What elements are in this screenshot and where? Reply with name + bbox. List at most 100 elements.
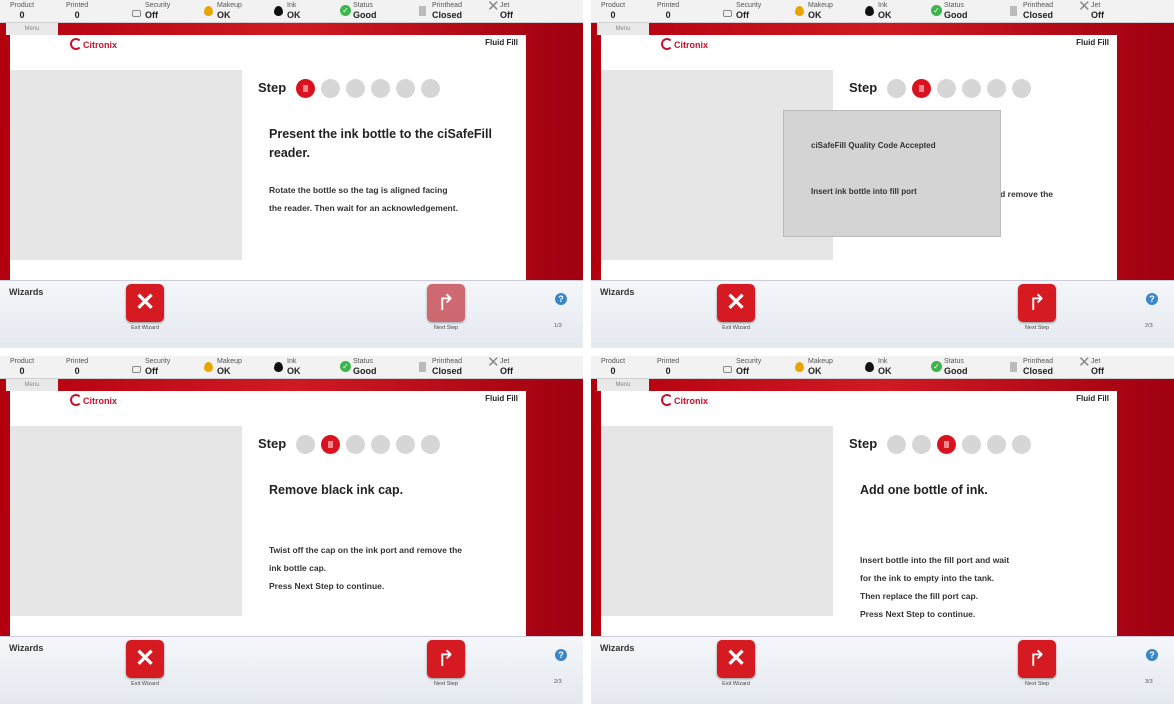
step-dot [421,435,440,454]
instruction-line: Rotate the bottle so the tag is aligned … [269,185,448,195]
check-icon: ✓ [931,5,942,16]
wizards-label: Wizards [9,643,44,653]
makeup-status[interactable]: Makeup OK [795,2,833,20]
product-count: Product 0 [601,2,626,20]
wizards-label: Wizards [9,287,44,297]
instruction-line: Insert bottle into the fill port and wai… [860,555,1010,565]
check-icon: ✓ [931,361,942,372]
step-dot [321,79,340,98]
next-step-button[interactable]: ↱ [427,284,465,322]
jet-status[interactable]: ✕ Jet Off [487,0,513,20]
close-icon: ✕ [725,289,747,316]
forward-arrow-icon: ↱ [1027,646,1047,671]
instruction-line: Then replace the fill port cap. [860,591,979,601]
forward-arrow-icon: ↱ [436,646,456,671]
step-dot [371,435,390,454]
exit-wizard-button[interactable]: ✕ [126,284,164,322]
help-icon[interactable]: ? [555,649,567,661]
next-step-label: Next Step [1024,681,1050,687]
step-label: Step [849,436,878,451]
dialog-message: ciSafeFill Quality Code Accepted [811,141,936,150]
main-frame: Menu Citronix Fluid Fill Step Remove bla… [0,379,583,636]
instruction-illustration [10,426,242,616]
printhead-status[interactable]: Printhead Closed [419,358,462,376]
help-icon[interactable]: ? [1146,649,1158,661]
instruction-headline: Add one bottle of ink. [860,483,988,497]
exit-wizard-label: Exit Wizard [722,681,750,687]
brand-logo: Citronix [661,38,708,50]
ink-status[interactable]: Ink OK [274,2,301,20]
menu-tab[interactable]: Menu [597,379,649,391]
system-status[interactable]: ✓ Status Good [340,358,377,376]
printhead-status[interactable]: Printhead Closed [1010,358,1053,376]
system-status[interactable]: ✓ Status Good [931,2,968,20]
next-step-button[interactable]: ↱ [427,640,465,678]
instruction-illustration [10,70,242,260]
step-dot [987,79,1006,98]
wizard-screen: Product 0 Printed 0 Security Off Makeup OK I… [0,356,583,704]
help-icon[interactable]: ? [555,293,567,305]
printhead-status[interactable]: Printhead Closed [1010,2,1053,20]
printhead-icon [419,6,426,16]
confirmation-dialog[interactable]: ciSafeFill Quality Code Accepted Insert i… [783,110,1001,237]
jet-status[interactable]: ✕ Jet Off [1078,0,1104,20]
wizards-label: Wizards [600,287,635,297]
exit-wizard-button[interactable]: ✕ [126,640,164,678]
status-bar: Product 0 Printed 0 Security Off Makeup OK I… [591,0,1174,23]
ink-status[interactable]: Ink OK [865,358,892,376]
jet-status[interactable]: ✕ Jet Off [1078,356,1104,376]
makeup-status[interactable]: Makeup OK [204,2,242,20]
title-bar: Citronix Fluid Fill [10,391,526,409]
system-status[interactable]: ✓ Status Good [340,2,377,20]
menu-tab[interactable]: Menu [597,23,649,35]
exit-wizard-label: Exit Wizard [131,681,159,687]
step-dot [396,79,415,98]
instruction-line: Press Next Step to continue. [269,581,385,591]
step-label: Step [849,80,878,95]
exit-wizard-button[interactable]: ✕ [717,640,755,678]
menu-tab[interactable]: Menu [6,379,58,391]
close-icon: ✕ [134,289,156,316]
close-icon: ✕ [725,645,747,672]
step-dot [346,79,365,98]
step-indicator [296,435,446,454]
next-step-button[interactable]: ↱ [1018,640,1056,678]
exit-wizard-button[interactable]: ✕ [717,284,755,322]
step-dot [887,79,906,98]
status-bar: Product 0 Printed 0 Security Off Makeup OK I… [0,356,583,379]
step-dot [937,435,956,454]
step-dot [396,435,415,454]
step-dot [937,79,956,98]
printed-count: Printed 0 [66,2,89,20]
security-status[interactable]: Security Off [132,2,170,20]
main-frame: Menu Citronix Fluid Fill Step Add one bo… [591,379,1174,636]
next-step-label: Next Step [433,325,459,331]
help-icon[interactable]: ? [1146,293,1158,305]
status-bar: Product 0 Printed 0 Security Off Makeup OK I… [0,0,583,23]
printed-count: Printed 0 [657,2,680,20]
wizard-content: Step Remove black ink cap. Twist off the… [10,409,526,636]
security-status[interactable]: Security Off [723,358,761,376]
wizard-toolbar: Wizards ✕ Exit Wizard ↱ Next Step ? 2/3 [0,636,583,704]
page-indicator: 3/3 [1145,679,1153,685]
security-status[interactable]: Security Off [132,358,170,376]
menu-tab[interactable]: Menu [6,23,58,35]
ink-status[interactable]: Ink OK [865,2,892,20]
screen-title: Fluid Fill [485,38,518,47]
system-status[interactable]: ✓ Status Good [931,358,968,376]
security-status[interactable]: Security Off [723,2,761,20]
instruction-headline: Present the ink bottle to the ciSafeFill… [269,127,492,160]
instruction-line: for the ink to empty into the tank. [860,573,995,583]
next-step-button[interactable]: ↱ [1018,284,1056,322]
jet-status[interactable]: ✕ Jet Off [487,356,513,376]
ink-status[interactable]: Ink OK [274,358,301,376]
step-dot [321,435,340,454]
printed-count: Printed 0 [657,358,680,376]
makeup-status[interactable]: Makeup OK [795,358,833,376]
makeup-status[interactable]: Makeup OK [204,358,242,376]
lock-icon [723,366,732,373]
makeup-drop-icon [204,362,213,372]
instruction-line: ink bottle cap. [269,563,327,573]
printhead-status[interactable]: Printhead Closed [419,2,462,20]
wizard-toolbar: Wizards ✕ Exit Wizard ↱ Next Step ? 3/3 [591,636,1174,704]
